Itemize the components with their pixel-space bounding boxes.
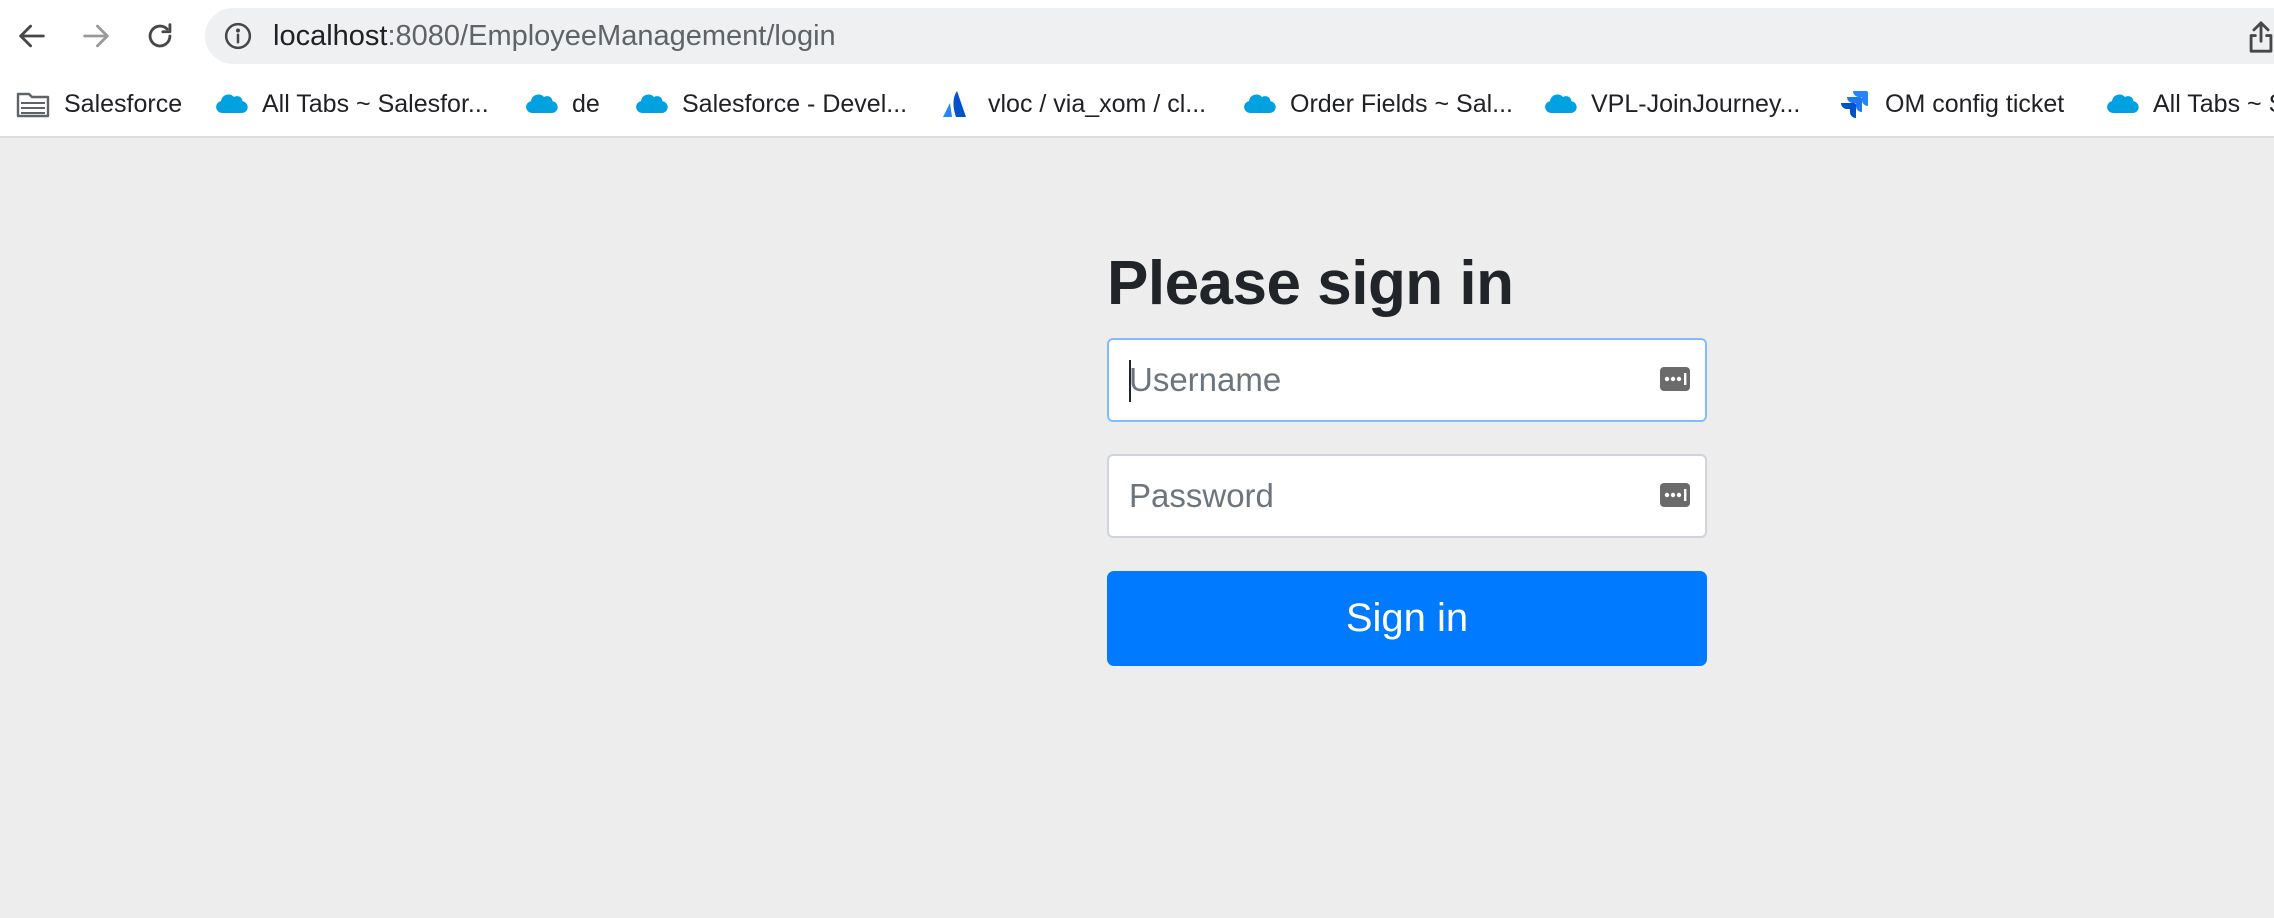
bookmark-label: All Tabs ~ S: [2153, 89, 2274, 118]
site-info-icon[interactable]: [223, 21, 253, 51]
bookmark-salesforce-folder[interactable]: Salesforce: [16, 72, 182, 136]
username-field: [1107, 338, 1707, 422]
bookmark-label: VPL-JoinJourney...: [1591, 89, 1801, 118]
password-manager-icon[interactable]: [1659, 364, 1691, 394]
bookmark-label: Salesforce: [64, 89, 183, 118]
bookmark-label: Order Fields ~ Sal...: [1290, 89, 1513, 118]
atlassian-icon: [943, 91, 966, 117]
bookmark-label: de: [572, 89, 600, 118]
bookmark-label: All Tabs ~ Salesfor...: [262, 89, 489, 118]
password-manager-icon[interactable]: [1659, 480, 1691, 510]
share-icon[interactable]: [2246, 20, 2274, 54]
salesforce-cloud-icon: [216, 94, 248, 114]
reload-icon: [148, 23, 172, 48]
arrow-right-icon: [83, 24, 109, 48]
password-field: [1107, 454, 1707, 538]
bookmark-all-tabs[interactable]: All Tabs ~ Salesfor...: [214, 72, 489, 136]
address-bar[interactable]: localhost:8080/EmployeeManagement/login: [205, 8, 2274, 64]
bookmark-label: vloc / via_xom / cl...: [988, 89, 1207, 118]
username-input[interactable]: [1109, 340, 1705, 420]
url-path: :8080/EmployeeManagement/login: [387, 20, 836, 52]
url-text[interactable]: localhost:8080/EmployeeManagement/login: [273, 8, 836, 64]
salesforce-cloud-icon: [526, 94, 558, 114]
forward-button[interactable]: [72, 12, 120, 60]
page-title: Please sign in: [1107, 249, 1514, 318]
back-button[interactable]: [8, 12, 56, 60]
browser-toolbar: localhost:8080/EmployeeManagement/login: [0, 0, 2274, 72]
text-cursor: [1129, 360, 1131, 402]
salesforce-cloud-icon: [636, 94, 668, 114]
bookmarks-bar: Salesforce All Tabs ~ Salesfor... de Sal…: [0, 72, 2274, 138]
reload-button[interactable]: [136, 12, 184, 60]
salesforce-cloud-icon: [1244, 94, 1276, 114]
password-input[interactable]: [1109, 456, 1705, 536]
bookmark-de[interactable]: de: [524, 72, 600, 136]
bookmark-vloc[interactable]: vloc / via_xom / cl...: [940, 72, 1206, 136]
bookmark-label: OM config ticket: [1885, 89, 2065, 118]
bookmark-order-fields[interactable]: Order Fields ~ Sal...: [1242, 72, 1513, 136]
salesforce-cloud-icon: [1545, 94, 1577, 114]
bookmark-om-config-ticket[interactable]: OM config ticket: [1837, 72, 2064, 136]
folder-icon: [16, 92, 50, 118]
salesforce-cloud-icon: [2107, 94, 2139, 114]
bookmark-label: Salesforce - Devel...: [682, 89, 908, 118]
bookmark-all-tabs-2[interactable]: All Tabs ~ S: [2105, 72, 2274, 136]
url-host: localhost: [273, 20, 388, 52]
bookmark-salesforce-developers[interactable]: Salesforce - Devel...: [634, 72, 907, 136]
arrow-left-icon: [19, 24, 45, 48]
sign-in-button[interactable]: Sign in: [1107, 571, 1707, 666]
jira-icon: [1841, 91, 1868, 118]
bookmark-vpl-joinjourney[interactable]: VPL-JoinJourney...: [1543, 72, 1800, 136]
